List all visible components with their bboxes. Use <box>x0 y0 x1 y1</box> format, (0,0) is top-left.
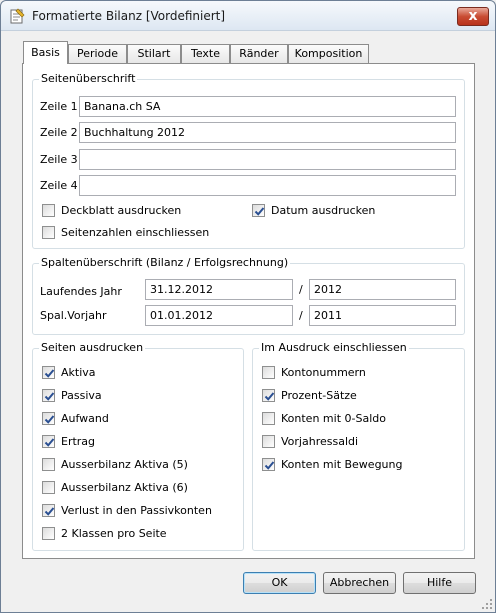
checkmark-icon <box>44 507 55 516</box>
checkbox-box[interactable] <box>42 435 55 448</box>
tab-panel-basis: Seitenüberschrift Zeile 1 Banana.ch SA Z… <box>22 63 475 559</box>
window-title: Formatierte Bilanz [Vordefiniert] <box>32 9 226 23</box>
checkbox-box[interactable] <box>252 204 265 217</box>
tab-raender[interactable]: Ränder <box>230 44 288 63</box>
checkmark-icon <box>44 392 55 401</box>
checkbox-box[interactable] <box>42 389 55 402</box>
checkbox-box[interactable] <box>262 435 275 448</box>
checkbox-box[interactable] <box>262 389 275 402</box>
checkbox-box[interactable] <box>42 527 55 540</box>
checkbox-label: Aktiva <box>61 366 96 379</box>
checkbox-box[interactable] <box>42 204 55 217</box>
checkbox-box[interactable] <box>42 458 55 471</box>
checkbox-label: Passiva <box>61 389 102 402</box>
line-3-input[interactable] <box>79 149 456 170</box>
checkbox-label: Aufwand <box>61 412 109 425</box>
checkbox-box[interactable] <box>42 366 55 379</box>
line-1-input[interactable]: Banana.ch SA <box>79 96 456 117</box>
checkbox-box[interactable] <box>42 504 55 517</box>
current-year-label: Laufendes Jahr <box>40 285 122 298</box>
line-2-label: Zeile 2 <box>40 126 78 139</box>
checkbox-box[interactable] <box>42 481 55 494</box>
cancel-button[interactable]: Abbrechen <box>323 572 396 594</box>
line-4-label: Zeile 4 <box>40 179 78 192</box>
prior-year-label: Spal.Vorjahr <box>40 309 107 322</box>
app-icon <box>10 8 25 24</box>
prior-year-header-input[interactable]: 2011 <box>309 305 456 326</box>
prior-year-date-input[interactable]: 01.01.2012 <box>145 305 293 326</box>
checkmark-icon <box>264 461 275 470</box>
checkbox-box[interactable] <box>262 412 275 425</box>
help-button[interactable]: Hilfe <box>403 572 476 594</box>
group-title: Im Ausdruck einschliessen <box>259 341 409 354</box>
title-bar[interactable]: Formatierte Bilanz [Vordefiniert] x <box>1 1 495 31</box>
current-year-header-input[interactable]: 2012 <box>309 279 456 300</box>
checkbox-label: Prozent-Sätze <box>281 389 357 402</box>
checkbox-label: Ertrag <box>61 435 96 448</box>
line-1-label: Zeile 1 <box>40 100 78 113</box>
group-title: Seitenüberschrift <box>39 72 138 85</box>
dialog-window: Formatierte Bilanz [Vordefiniert] x Basi… <box>0 0 496 613</box>
checkbox-label: Verlust in den Passivkonten <box>61 504 212 517</box>
separator: / <box>299 283 303 296</box>
checkmark-icon <box>44 369 55 378</box>
checkbox-label: Konten mit Bewegung <box>281 458 403 471</box>
tab-komposition[interactable]: Komposition <box>288 44 369 63</box>
tab-basis[interactable]: Basis <box>23 41 68 64</box>
checkbox-box[interactable] <box>262 366 275 379</box>
checkmark-icon <box>264 392 275 401</box>
group-title: Spaltenüberschrift (Bilanz / Erfolgsrech… <box>39 256 291 269</box>
ok-button[interactable]: OK <box>243 572 316 594</box>
checkbox-box[interactable] <box>42 412 55 425</box>
checkbox-label: Ausserbilanz Aktiva (5) <box>61 458 188 471</box>
close-button[interactable]: x <box>457 7 489 26</box>
line-3-label: Zeile 3 <box>40 153 78 166</box>
line-4-input[interactable] <box>79 175 456 196</box>
checkbox-box[interactable] <box>262 458 275 471</box>
tab-stilart[interactable]: Stilart <box>127 44 181 63</box>
checkbox-label: Ausserbilanz Aktiva (6) <box>61 481 188 494</box>
separator: / <box>299 309 303 322</box>
group-title: Seiten ausdrucken <box>39 341 146 354</box>
checkbox-label: Konten mit 0-Saldo <box>281 412 386 425</box>
tab-texte[interactable]: Texte <box>181 44 230 63</box>
current-year-date-input[interactable]: 31.12.2012 <box>145 279 293 300</box>
line-2-input[interactable]: Buchhaltung 2012 <box>79 122 456 143</box>
checkmark-icon <box>44 415 55 424</box>
checkbox-label: 2 Klassen pro Seite <box>61 527 167 540</box>
checkbox-box[interactable] <box>42 226 55 239</box>
resize-grip-icon[interactable] <box>481 598 493 610</box>
checkbox-label: Vorjahressaldi <box>281 435 359 448</box>
close-icon: x <box>468 8 478 24</box>
checkmark-icon <box>44 438 55 447</box>
tab-periode[interactable]: Periode <box>68 44 127 63</box>
checkbox-label: Kontonummern <box>281 366 366 379</box>
checkmark-icon <box>254 207 265 216</box>
